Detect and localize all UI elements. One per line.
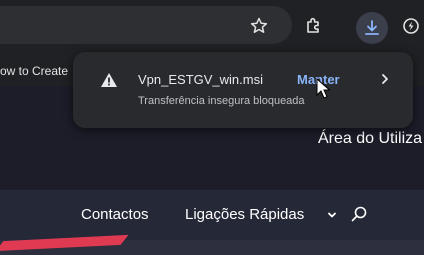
search-icon[interactable]: [350, 205, 368, 223]
nav-ligacoes-link[interactable]: Ligações Rápidas: [185, 206, 304, 223]
mouse-cursor-icon: [316, 78, 330, 99]
download-icon: [365, 20, 379, 35]
star-icon[interactable]: [249, 16, 269, 36]
warning-triangle-icon: [101, 73, 117, 87]
user-area-link[interactable]: Área do Utiliza: [318, 130, 422, 148]
download-button[interactable]: [356, 12, 388, 44]
bookmark-item[interactable]: ow to Create: [0, 64, 68, 78]
chevron-right-icon[interactable]: [379, 72, 391, 86]
download-bubble: Vpn_ESTGV_win.msi Transferência insegura…: [73, 52, 413, 128]
download-status: Transferência insegura bloqueada: [138, 95, 305, 107]
nav-contactos-link[interactable]: Contactos: [81, 206, 149, 223]
extensions-icon[interactable]: [303, 16, 323, 36]
chevron-down-icon[interactable]: [326, 209, 338, 221]
extension-icon[interactable]: [401, 16, 421, 36]
file-name: Vpn_ESTGV_win.msi: [138, 72, 263, 87]
browser-toolbar: [0, 0, 424, 50]
